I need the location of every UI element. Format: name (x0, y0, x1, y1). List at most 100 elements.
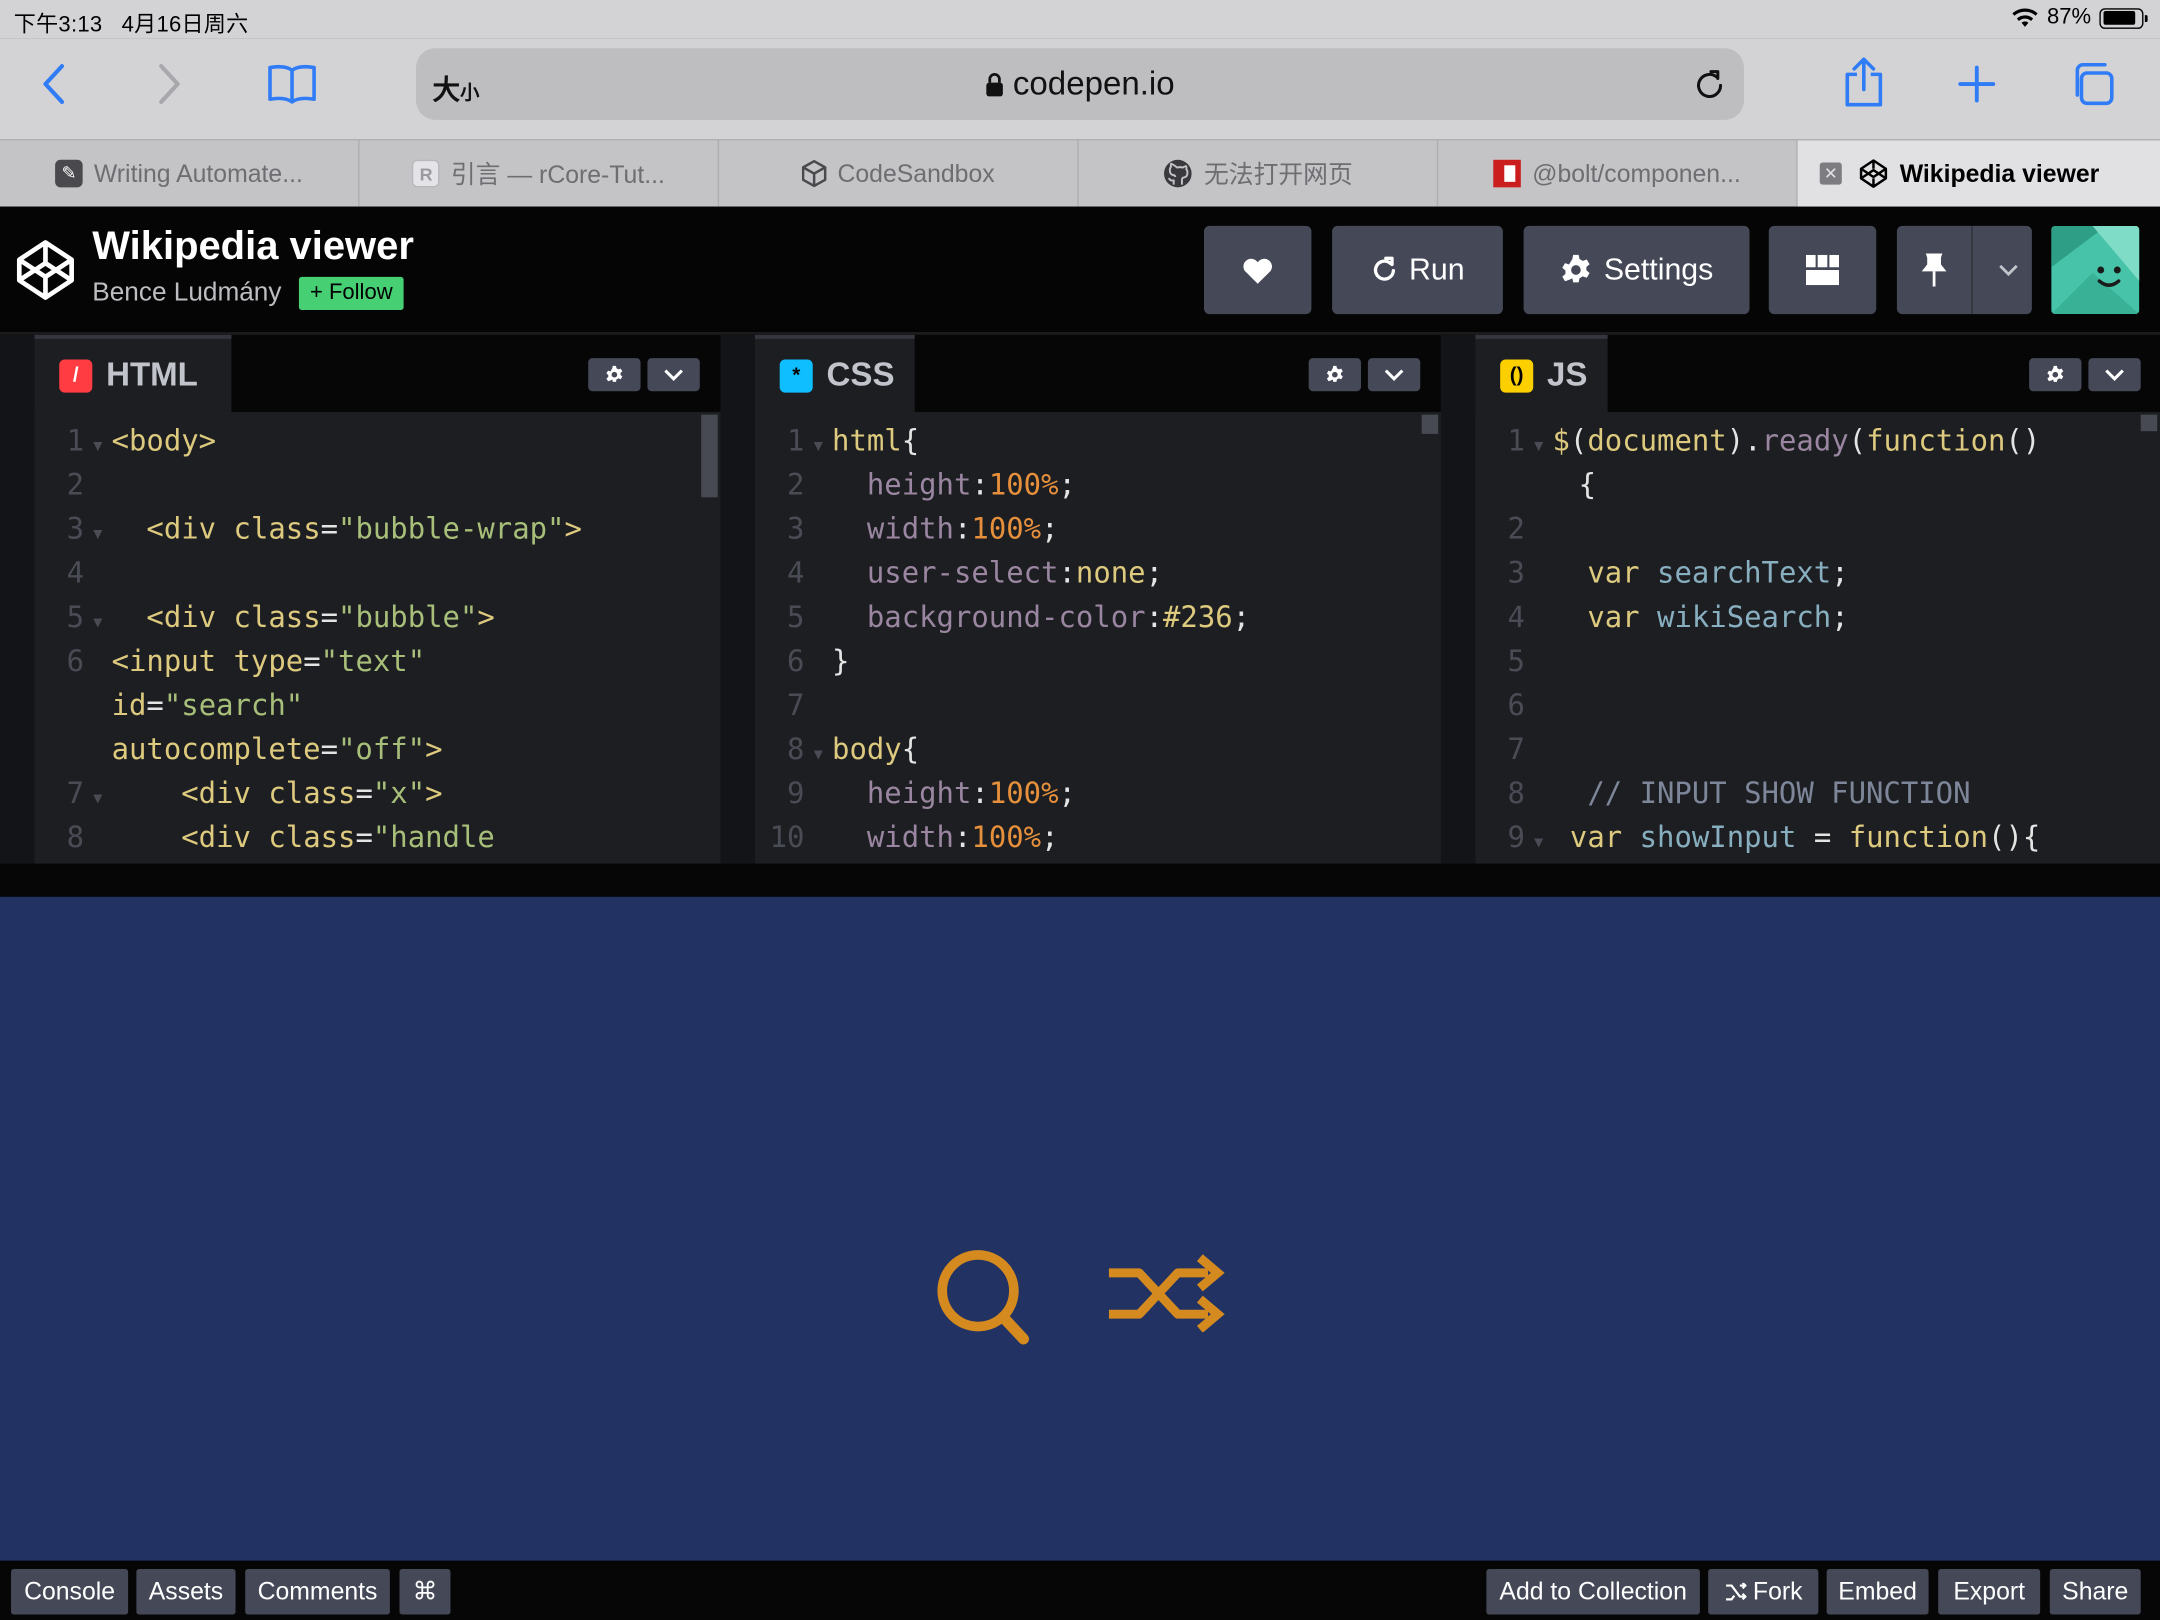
fork-button[interactable]: Fork (1708, 1569, 1819, 1615)
forward-button[interactable] (146, 58, 193, 110)
address-bar[interactable]: 大小 codepen.io (416, 48, 1744, 120)
battery-icon (2099, 7, 2148, 29)
shuffle-icon[interactable] (1106, 1252, 1225, 1333)
css-asterisk-icon: * (779, 358, 813, 392)
js-braces-icon: () (1500, 358, 1534, 392)
code-line: 1 ▼ $(document).ready(function() (1507, 424, 2041, 458)
css-editor[interactable]: * CSS 1 ▼ html{ 2 height:100%; 3 width:100… (754, 334, 1441, 864)
js-tab[interactable]: () JS (1475, 334, 1608, 412)
export-button[interactable]: Export (1938, 1569, 2041, 1615)
cube-icon (801, 159, 827, 188)
code-line: 4 user-select:none; (787, 556, 1164, 590)
code-line: 2 (1507, 512, 1525, 546)
css-settings-button[interactable] (1308, 358, 1362, 392)
status-time: 下午3:13 (13, 13, 103, 38)
chevron-down-icon (1998, 264, 2018, 276)
avatar-image (2051, 225, 2140, 315)
close-tab-icon[interactable]: ✕ (1819, 162, 1842, 185)
pen-title[interactable]: Wikipedia viewer (92, 225, 414, 270)
chevron-down-icon (1384, 368, 1404, 381)
html-collapse-button[interactable] (647, 358, 700, 392)
share-button[interactable] (1838, 52, 1890, 113)
layout-icon (1805, 254, 1840, 286)
code-line: 9 ▼ var showInput = function(){ (1507, 821, 2041, 855)
html-settings-button[interactable] (588, 358, 641, 392)
tab-codesandbox[interactable]: CodeSandbox (719, 140, 1079, 207)
code-line: autocomplete="off"> (111, 732, 443, 766)
fork-icon (1725, 1582, 1747, 1600)
code-line: 5 background-color:#236; (787, 600, 1251, 634)
codepen-logo-icon[interactable] (14, 238, 77, 301)
code-line: 1 ▼ html{ (787, 424, 920, 458)
share-pen-button[interactable]: Share (2049, 1569, 2141, 1615)
gear-icon (606, 365, 623, 382)
css-tab[interactable]: * CSS (754, 334, 915, 412)
preview-pane[interactable] (0, 896, 2160, 1561)
code-line: 2 (66, 468, 85, 502)
tab-bolt[interactable]: @bolt/componen... (1438, 140, 1798, 207)
code-line: 9 height:100%; (787, 776, 1076, 810)
html-tab[interactable]: / HTML (34, 334, 232, 412)
pen-author[interactable]: Bence Ludmány (92, 278, 281, 308)
js-collapse-button[interactable] (2088, 358, 2141, 392)
tabs-icon (2075, 62, 2114, 106)
gear-icon (1562, 254, 1590, 283)
book-icon (268, 64, 316, 104)
js-settings-button[interactable] (2029, 358, 2082, 392)
tabs-overview-button[interactable] (2066, 58, 2118, 110)
tab-label: Writing Automate... (93, 159, 303, 187)
layout-button[interactable] (1768, 225, 1877, 315)
tab-rcore[interactable]: R 引言 — rCore-Tut... (360, 140, 720, 207)
js-editor[interactable]: () JS 1 ▼ $(document).ready(function() { 2… (1475, 334, 2160, 864)
code-line: id="search" (111, 688, 304, 722)
pin-dropdown[interactable] (1984, 264, 2032, 276)
tab-label: Wikipedia viewer (1899, 159, 2100, 187)
plus-icon (1958, 65, 1996, 103)
embed-button[interactable]: Embed (1826, 1569, 1929, 1615)
css-scrollbar[interactable] (1421, 414, 1439, 434)
like-button[interactable] (1203, 225, 1312, 315)
settings-label: Settings (1603, 252, 1714, 287)
comments-button[interactable]: Comments (245, 1569, 390, 1615)
tab-wikipedia-viewer[interactable]: ✕ Wikipedia viewer (1797, 140, 2160, 207)
new-tab-button[interactable] (1951, 58, 2003, 110)
html-scrollbar[interactable] (701, 414, 718, 498)
github-icon (1164, 159, 1192, 188)
gear-icon (1326, 365, 1343, 382)
html-label: HTML (106, 356, 198, 394)
css-collapse-button[interactable] (1367, 358, 1421, 392)
tab-label: 引言 — rCore-Tut... (450, 161, 665, 189)
tab-label: @bolt/componen... (1532, 159, 1741, 187)
resize-handle[interactable] (0, 863, 2160, 897)
tab-writing-automate[interactable]: ✎ Writing Automate... (0, 140, 360, 207)
html-editor[interactable]: / HTML 1 ▼ <body> 2 3 ▼ <div class="bubble-… (34, 334, 721, 864)
heart-icon (1243, 258, 1272, 284)
npm-icon (1493, 159, 1522, 188)
pen-header: Wikipedia viewer Bence Ludmány + Follow … (0, 206, 2160, 335)
chevron-left-icon (43, 64, 65, 105)
add-to-collection-button[interactable]: Add to Collection (1486, 1569, 1700, 1615)
bookmarks-button[interactable] (264, 58, 319, 110)
console-button[interactable]: Console (11, 1569, 129, 1615)
share-icon (1845, 57, 1883, 107)
search-icon[interactable] (937, 1249, 1031, 1345)
avatar[interactable] (2051, 225, 2140, 315)
assets-button[interactable]: Assets (136, 1569, 236, 1615)
lock-icon (986, 73, 1004, 97)
back-button[interactable] (30, 58, 77, 110)
wifi-icon (2012, 8, 2038, 27)
js-scrollbar[interactable] (2140, 414, 2158, 432)
code-line: 3 ▼ <div class="bubble-wrap"> (66, 512, 582, 546)
tab-github[interactable]: 无法打开网页 (1079, 140, 1439, 207)
pin-button[interactable] (1896, 225, 2032, 315)
run-label: Run (1408, 252, 1465, 287)
follow-button[interactable]: + Follow (298, 276, 404, 310)
keyboard-shortcuts-button[interactable]: ⌘ (399, 1569, 451, 1615)
refresh-icon (1373, 256, 1395, 281)
reload-button[interactable] (1689, 65, 1730, 106)
html-slash-icon: / (59, 358, 93, 392)
code-line: 3 var searchText; (1507, 556, 1849, 590)
settings-button[interactable]: Settings (1523, 225, 1750, 315)
url-text: codepen.io (1012, 65, 1175, 103)
run-button[interactable]: Run (1332, 225, 1503, 315)
